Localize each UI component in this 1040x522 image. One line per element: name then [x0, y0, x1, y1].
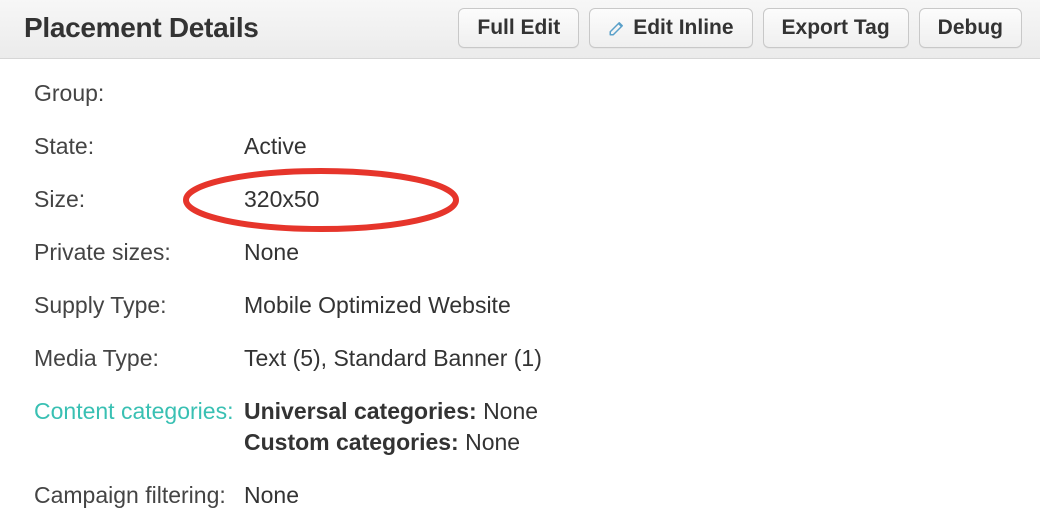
content-categories-label[interactable]: Content categories:	[34, 396, 244, 427]
universal-categories-label: Universal categories:	[244, 398, 477, 424]
debug-label: Debug	[938, 16, 1003, 40]
custom-categories-label: Custom categories:	[244, 429, 459, 455]
group-row: Group:	[34, 67, 1012, 120]
private-sizes-value: None	[244, 237, 299, 268]
campaign-filtering-row: Campaign filtering: None	[34, 469, 1012, 522]
debug-button[interactable]: Debug	[919, 8, 1022, 48]
content-categories-row: Content categories: Universal categories…	[34, 385, 1012, 469]
media-type-value: Text (5), Standard Banner (1)	[244, 343, 542, 374]
private-sizes-row: Private sizes: None	[34, 226, 1012, 279]
group-label: Group:	[34, 78, 244, 109]
supply-type-row: Supply Type: Mobile Optimized Website	[34, 279, 1012, 332]
toolbar: Full Edit Edit Inline Export Tag Debug	[458, 8, 1022, 48]
export-tag-button[interactable]: Export Tag	[763, 8, 909, 48]
panel-header: Placement Details Full Edit Edit Inline …	[0, 0, 1040, 59]
edit-inline-label: Edit Inline	[633, 16, 733, 40]
panel-title: Placement Details	[24, 12, 259, 44]
edit-inline-button[interactable]: Edit Inline	[589, 8, 752, 48]
state-value: Active	[244, 131, 307, 162]
content-categories-value: Universal categories: None Custom catego…	[244, 396, 538, 458]
size-label: Size:	[34, 184, 244, 215]
custom-categories-line: Custom categories: None	[244, 427, 538, 458]
export-tag-label: Export Tag	[782, 16, 890, 40]
universal-categories-value: None	[483, 398, 538, 424]
state-row: State: Active	[34, 120, 1012, 173]
full-edit-label: Full Edit	[477, 16, 560, 40]
private-sizes-label: Private sizes:	[34, 237, 244, 268]
size-row: Size: 320x50	[34, 173, 1012, 226]
campaign-filtering-label: Campaign filtering:	[34, 480, 244, 511]
details-content: Group: State: Active Size: 320x50 Privat…	[0, 59, 1040, 522]
supply-type-value: Mobile Optimized Website	[244, 290, 511, 321]
size-value-cell: 320x50	[244, 184, 319, 215]
size-value: 320x50	[244, 186, 319, 212]
media-type-label: Media Type:	[34, 343, 244, 374]
media-type-row: Media Type: Text (5), Standard Banner (1…	[34, 332, 1012, 385]
supply-type-label: Supply Type:	[34, 290, 244, 321]
campaign-filtering-value: None	[244, 480, 299, 511]
universal-categories-line: Universal categories: None	[244, 396, 538, 427]
pencil-icon	[608, 19, 626, 37]
state-label: State:	[34, 131, 244, 162]
size-value-wrap: 320x50	[244, 184, 319, 215]
custom-categories-value: None	[465, 429, 520, 455]
full-edit-button[interactable]: Full Edit	[458, 8, 579, 48]
